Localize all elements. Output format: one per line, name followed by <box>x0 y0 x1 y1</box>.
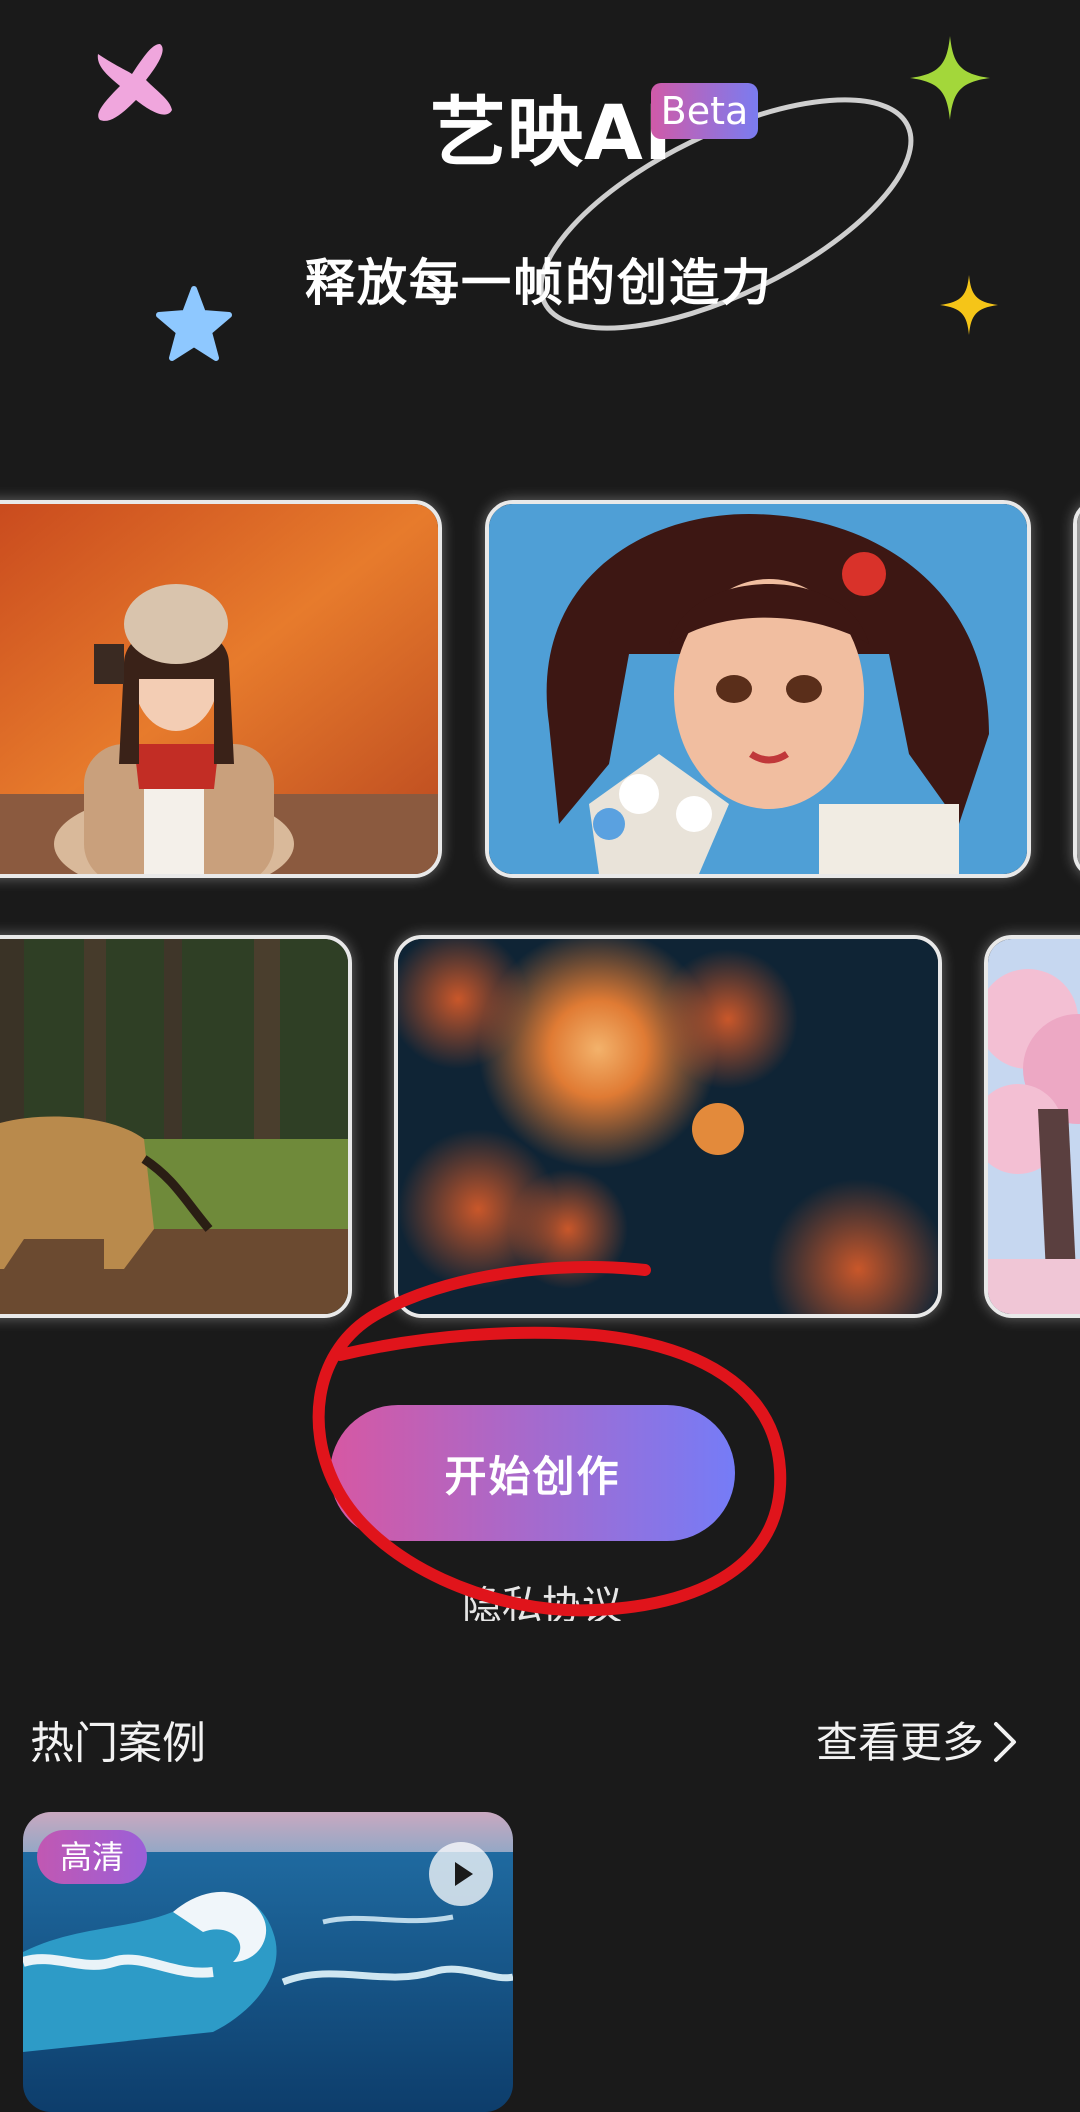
anime-girl-flowers-illustration <box>489 504 1027 874</box>
start-creating-button[interactable]: 开始创作 <box>330 1405 735 1541</box>
hd-badge: 高清 <box>37 1830 147 1884</box>
blue-star-icon <box>156 286 232 361</box>
slogan: 释放每一帧的创造力 <box>305 254 773 312</box>
gallery-card-anime-girl[interactable] <box>485 500 1031 878</box>
see-more-link[interactable]: 查看更多 <box>816 1722 984 1764</box>
privacy-policy-link[interactable]: 隐私协议 <box>452 1575 632 1621</box>
app-title: 艺映AI <box>430 88 674 177</box>
gallery-card-woman-autumn[interactable] <box>0 500 442 878</box>
chevron-right-icon[interactable] <box>990 1718 1020 1766</box>
gallery-card-cherry-blossom[interactable] <box>984 935 1080 1318</box>
woman-autumn-photo <box>0 504 438 874</box>
gallery-card-lion-forest[interactable] <box>0 935 352 1318</box>
gallery-card-fireworks[interactable] <box>394 935 942 1318</box>
fireworks-night-image <box>398 939 938 1314</box>
beta-badge: Beta <box>651 83 758 139</box>
cherry-blossom-illustration <box>988 939 1080 1314</box>
gallery-card-partial[interactable] <box>1073 500 1080 878</box>
play-button[interactable] <box>429 1842 493 1906</box>
play-icon <box>455 1862 473 1886</box>
pink-sparkle-icon <box>97 44 172 121</box>
hot-case-card[interactable]: 高清 <box>23 1812 513 2112</box>
lion-forest-photo <box>0 939 348 1314</box>
hot-cases-title: 热门案例 <box>30 1718 206 1769</box>
